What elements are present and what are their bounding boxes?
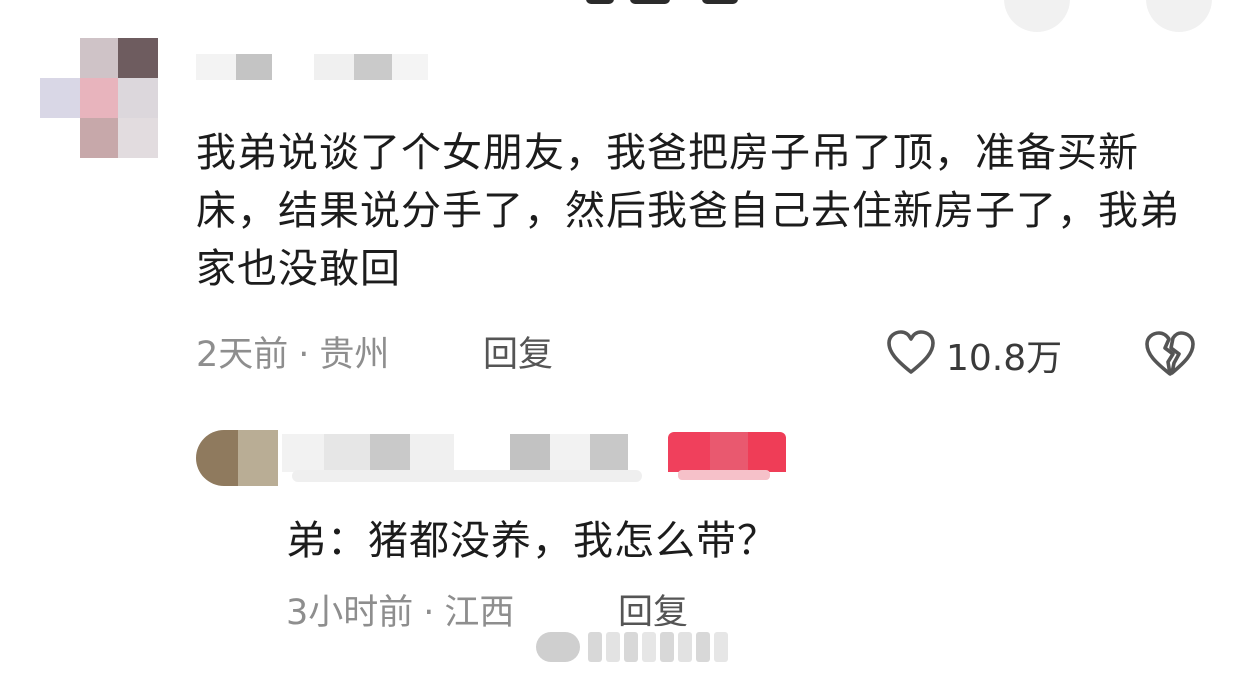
header-strip [0, 0, 1260, 32]
header-close-button[interactable] [1146, 0, 1212, 32]
reply-location: 江西 [444, 593, 515, 633]
header-title-fragment [586, 0, 614, 4]
header-title-fragment [630, 0, 670, 4]
header-action-button[interactable] [1004, 0, 1070, 32]
comment-meta: 2天前 · 贵州 [196, 332, 389, 378]
reply-meta: 3小时前 · 江西 [286, 590, 514, 636]
reply-text: 弟：猪都没养，我怎么带？ [286, 518, 778, 564]
like-count: 10.8万 [946, 338, 1063, 379]
reply-username-edge [292, 470, 642, 482]
watermark [536, 626, 746, 670]
reply-username-masked[interactable] [282, 434, 642, 482]
reply-time: 3小时前 [286, 593, 414, 633]
reply-button[interactable]: 回复 [483, 332, 553, 378]
reply-avatar[interactable] [196, 430, 278, 486]
comment-text: 我弟说谈了个女朋友，我爸把房子吊了顶，准备买新床，结果说分手了，然后我爸自己去住… [196, 130, 1180, 292]
meta-separator: · [423, 593, 435, 633]
user-badge [668, 432, 786, 480]
header-title-fragment [702, 0, 738, 4]
broken-heart-icon [1144, 331, 1196, 382]
comment-time: 2天前 [196, 335, 289, 375]
username-masked[interactable] [196, 52, 436, 80]
heart-outline-icon [886, 330, 936, 380]
like-button[interactable]: 10.8万 [886, 330, 1062, 380]
meta-separator: · [298, 335, 310, 375]
avatar[interactable] [40, 38, 158, 160]
dislike-button[interactable] [1144, 330, 1196, 380]
comment-location: 贵州 [319, 335, 390, 375]
